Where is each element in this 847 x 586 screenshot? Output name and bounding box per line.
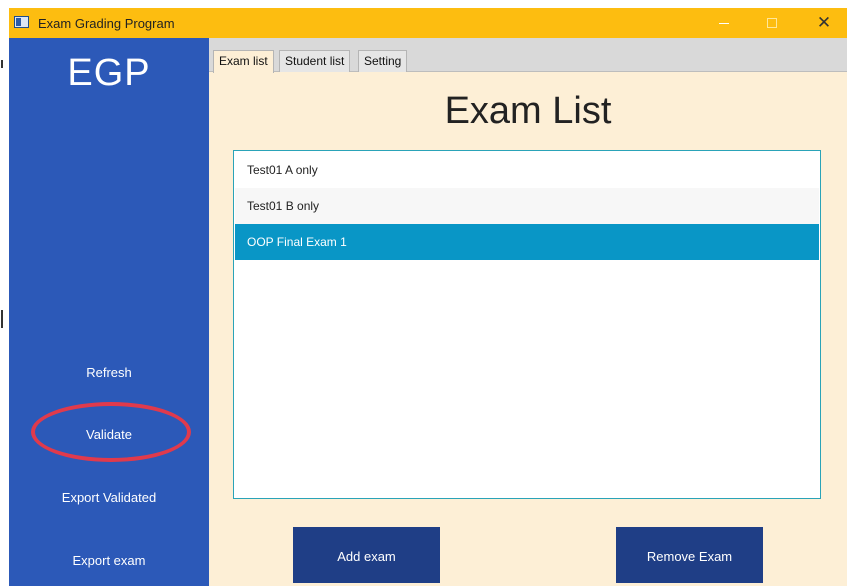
annotation-circle <box>31 402 191 462</box>
window-title: Exam Grading Program <box>38 16 175 31</box>
tab-bar: Exam list Student list Setting <box>209 38 847 73</box>
list-item[interactable]: Test01 A only <box>235 152 819 188</box>
list-item-selected[interactable]: OOP Final Exam 1 <box>235 224 819 260</box>
add-exam-button[interactable]: Add exam <box>293 527 440 583</box>
title-bar[interactable]: Exam Grading Program ✕ <box>9 8 847 38</box>
brand-logo: EGP <box>67 52 151 94</box>
sidebar: EGP Refresh Validate Export Validated Ex… <box>9 38 209 586</box>
app-window: Exam Grading Program ✕ EGP Refresh Valid… <box>9 8 847 586</box>
edge-mark <box>1 310 3 328</box>
minimize-button[interactable] <box>701 8 747 38</box>
edge-mark <box>1 60 3 68</box>
close-button[interactable]: ✕ <box>801 8 847 38</box>
list-item[interactable]: Test01 B only <box>235 188 819 224</box>
tab-exam-list[interactable]: Exam list <box>213 50 274 73</box>
export-exam-button[interactable]: Export exam <box>9 553 209 568</box>
maximize-button[interactable] <box>749 8 795 38</box>
screen-edge <box>0 0 9 586</box>
exam-list[interactable]: Test01 A only Test01 B only OOP Final Ex… <box>233 150 821 499</box>
page-title: Exam List <box>444 90 612 132</box>
remove-exam-button[interactable]: Remove Exam <box>616 527 763 583</box>
refresh-button[interactable]: Refresh <box>9 365 209 380</box>
tab-student-list[interactable]: Student list <box>279 50 351 72</box>
maximize-icon <box>767 18 777 28</box>
minimize-icon <box>719 22 729 24</box>
export-validated-button[interactable]: Export Validated <box>9 490 209 505</box>
close-icon: ✕ <box>816 13 832 32</box>
tab-setting[interactable]: Setting <box>358 50 408 72</box>
app-icon <box>14 16 29 28</box>
